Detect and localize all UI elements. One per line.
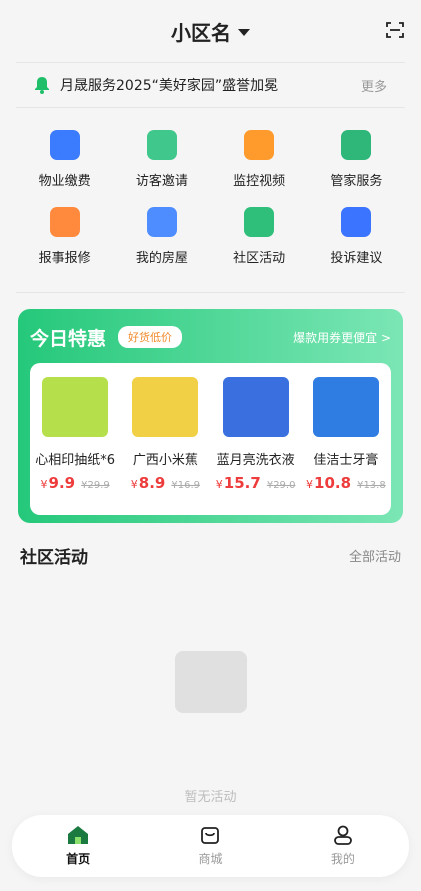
service-label: 报事报修 bbox=[38, 251, 91, 266]
service-label: 管家服务 bbox=[330, 174, 383, 189]
original-price-value: 29.9 bbox=[87, 480, 110, 491]
activities-header: 社区活动 全部活动 bbox=[20, 543, 401, 568]
current-price: 10.8 bbox=[314, 474, 352, 492]
product-name: 蓝月亮洗衣液 bbox=[216, 453, 295, 468]
currency-symbol: ¥ bbox=[215, 478, 223, 491]
original-price-value: 16.9 bbox=[177, 480, 200, 491]
price-row: ¥9.9 ¥29.9 bbox=[41, 474, 110, 492]
service-item-7[interactable]: 投诉建议 bbox=[308, 207, 405, 266]
price-row: ¥15.7 ¥29.0 bbox=[216, 474, 296, 492]
product-name: 佳洁士牙膏 bbox=[313, 453, 379, 468]
empty-box-illustration bbox=[175, 651, 247, 713]
service-item-2[interactable]: 监控视频 bbox=[211, 130, 308, 189]
tab-1[interactable]: 商城 bbox=[144, 815, 276, 877]
tab-label: 首页 bbox=[66, 852, 91, 866]
feedback-icon bbox=[341, 207, 372, 237]
deal-panel: 心相印抽纸*6 ¥9.9 ¥29.9 广西小米蕉 ¥8.9 ¥16.9 蓝月亮洗衣液 ¥15.… bbox=[30, 363, 391, 515]
daily-deals: 今日特惠 好货低价 爆款用券更便宜 > 心相印抽纸*6 ¥9.9 ¥29.9 广西小米… bbox=[18, 309, 403, 523]
service-grid: 物业缴费 访客邀请 监控视频 管家服务报事报修 我的房屋 社区活动 投诉建议 bbox=[8, 108, 413, 274]
community-name: 小区名 bbox=[171, 20, 231, 45]
camera-icon bbox=[244, 130, 275, 160]
notice-text: 月晟服务2025“美好家园”盛誉加冕 bbox=[60, 78, 279, 94]
deals-title: 今日特惠 bbox=[30, 327, 107, 350]
shop-icon bbox=[199, 825, 221, 845]
current-price: 8.9 bbox=[138, 474, 166, 492]
bell-icon bbox=[35, 77, 49, 94]
deal-item-2[interactable]: 蓝月亮洗衣液 ¥15.7 ¥29.0 bbox=[211, 377, 301, 515]
service-label: 投诉建议 bbox=[330, 251, 383, 266]
tab-2[interactable]: 我的 bbox=[277, 815, 409, 877]
all-activities-link[interactable]: 全部活动 bbox=[349, 546, 401, 565]
deal-item-0[interactable]: 心相印抽纸*6 ¥9.9 ¥29.9 bbox=[30, 377, 120, 515]
deals-more-link[interactable]: 爆款用券更便宜 > bbox=[293, 329, 391, 346]
service-label: 监控视频 bbox=[233, 174, 286, 189]
community-selector[interactable]: 小区名 bbox=[171, 17, 250, 46]
activities-title: 社区活动 bbox=[20, 548, 88, 568]
product-name: 广西小米蕉 bbox=[132, 453, 198, 468]
service-item-3[interactable]: 管家服务 bbox=[308, 130, 405, 189]
current-price: 9.9 bbox=[48, 474, 76, 492]
scan-icon[interactable] bbox=[385, 20, 405, 40]
product-image bbox=[132, 377, 199, 437]
currency-symbol: ¥ bbox=[130, 478, 138, 491]
event-icon bbox=[244, 207, 275, 237]
notice-more-link[interactable]: 更多 bbox=[361, 76, 387, 95]
original-price: ¥29.0 bbox=[267, 480, 296, 491]
service-label: 物业缴费 bbox=[38, 174, 91, 189]
deals-badge: 好货低价 bbox=[118, 326, 183, 348]
empty-state: 暂无活动 bbox=[0, 596, 421, 816]
original-price: ¥16.9 bbox=[171, 480, 200, 491]
service-item-5[interactable]: 我的房屋 bbox=[113, 207, 210, 266]
visitor-icon bbox=[146, 130, 177, 160]
current-price: 15.7 bbox=[223, 474, 261, 492]
profile-icon bbox=[332, 825, 354, 845]
price-row: ¥10.8 ¥13.8 bbox=[306, 474, 386, 492]
tab-0[interactable]: 首页 bbox=[12, 815, 144, 877]
original-price-value: 29.0 bbox=[273, 480, 296, 491]
product-image bbox=[42, 377, 109, 437]
bill-icon bbox=[49, 130, 80, 160]
house-icon bbox=[146, 207, 177, 237]
service-label: 社区活动 bbox=[233, 251, 286, 266]
original-price: ¥29.9 bbox=[81, 480, 110, 491]
notice-bar[interactable]: 月晟服务2025“美好家园”盛誉加冕 更多 bbox=[16, 62, 405, 108]
home-icon bbox=[67, 825, 89, 845]
caret-down-icon bbox=[238, 28, 250, 36]
price-row: ¥8.9 ¥16.9 bbox=[131, 474, 200, 492]
top-bar: 小区名 bbox=[0, 0, 421, 62]
product-image bbox=[312, 377, 379, 437]
product-name: 心相印抽纸*6 bbox=[35, 453, 116, 468]
tab-label: 我的 bbox=[330, 852, 355, 866]
bottom-tab-bar: 首页 商城 我的 bbox=[12, 815, 409, 877]
original-price-value: 13.8 bbox=[363, 480, 386, 491]
deal-item-1[interactable]: 广西小米蕉 ¥8.9 ¥16.9 bbox=[120, 377, 210, 515]
service-item-6[interactable]: 社区活动 bbox=[211, 207, 308, 266]
service-item-1[interactable]: 访客邀请 bbox=[113, 130, 210, 189]
butler-icon bbox=[341, 130, 372, 160]
deal-item-3[interactable]: 佳洁士牙膏 ¥10.8 ¥13.8 bbox=[301, 377, 391, 515]
service-item-0[interactable]: 物业缴费 bbox=[16, 130, 113, 189]
service-label: 访客邀请 bbox=[135, 174, 188, 189]
service-label: 我的房屋 bbox=[135, 251, 188, 266]
empty-text: 暂无活动 bbox=[184, 790, 237, 805]
currency-symbol: ¥ bbox=[40, 478, 48, 491]
tab-label: 商城 bbox=[198, 852, 223, 866]
service-item-4[interactable]: 报事报修 bbox=[16, 207, 113, 266]
currency-symbol: ¥ bbox=[306, 478, 314, 491]
product-image bbox=[222, 377, 289, 437]
divider bbox=[16, 292, 405, 293]
repair-icon bbox=[49, 207, 80, 237]
original-price: ¥13.8 bbox=[357, 480, 386, 491]
